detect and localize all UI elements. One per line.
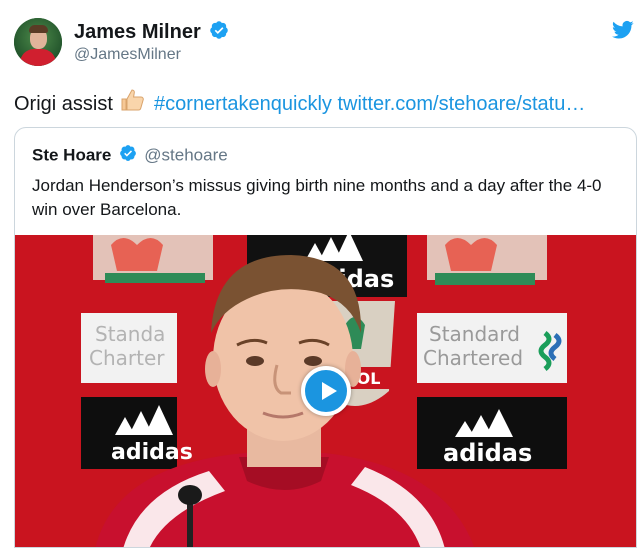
quoted-tweet[interactable]: Ste Hoare @stehoare Jordan Henderson’s m… xyxy=(14,127,637,548)
hashtag-link[interactable]: #cornertakenquickly xyxy=(154,93,332,115)
play-icon[interactable] xyxy=(301,366,351,416)
sc-right-line-1: Standard xyxy=(429,322,520,346)
author-name[interactable]: James Milner xyxy=(74,21,201,44)
verified-badge-icon xyxy=(209,20,229,45)
quoted-author-name[interactable]: Ste Hoare xyxy=(32,146,111,165)
video-thumbnail[interactable]: adidas Standa Charter Standard Chartered xyxy=(15,235,636,547)
adidas-text: adidas xyxy=(443,439,532,467)
quoted-tweet-text: Jordan Henderson’s missus giving birth n… xyxy=(32,176,602,219)
sc-right-line-2: Chartered xyxy=(423,346,523,370)
sc-left-line-1: Standa xyxy=(95,322,165,346)
twitter-bird-icon[interactable] xyxy=(612,20,634,40)
standard-chartered-board-left: Standa Charter xyxy=(81,313,177,383)
lfc-crest-top-right xyxy=(427,235,547,285)
verified-badge-icon xyxy=(119,144,137,167)
avatar[interactable] xyxy=(14,18,62,66)
author-block: James Milner xyxy=(74,20,229,45)
author-handle[interactable]: @JamesMilner xyxy=(74,46,181,64)
sc-left-line-2: Charter xyxy=(89,346,165,370)
status-link[interactable]: twitter.com/stehoare/statu… xyxy=(337,93,585,115)
tweet-text-prefix: Origi assist xyxy=(14,93,113,115)
adidas-board-right: adidas xyxy=(417,397,567,469)
tweet-text: Origi assist #cornertakenquickly twitter… xyxy=(14,87,585,119)
thumbs-up-icon xyxy=(120,87,146,119)
lfc-crest-top-left xyxy=(93,235,213,283)
adidas-text: adidas xyxy=(111,440,193,465)
quoted-author-row: Ste Hoare @stehoare xyxy=(32,144,228,167)
quoted-author-handle[interactable]: @stehoare xyxy=(144,146,227,165)
standard-chartered-board-right: Standard Chartered xyxy=(417,313,567,383)
adidas-board-left: adidas xyxy=(81,397,193,469)
tweet-card: James Milner @JamesMilner Origi assist #… xyxy=(0,0,640,548)
